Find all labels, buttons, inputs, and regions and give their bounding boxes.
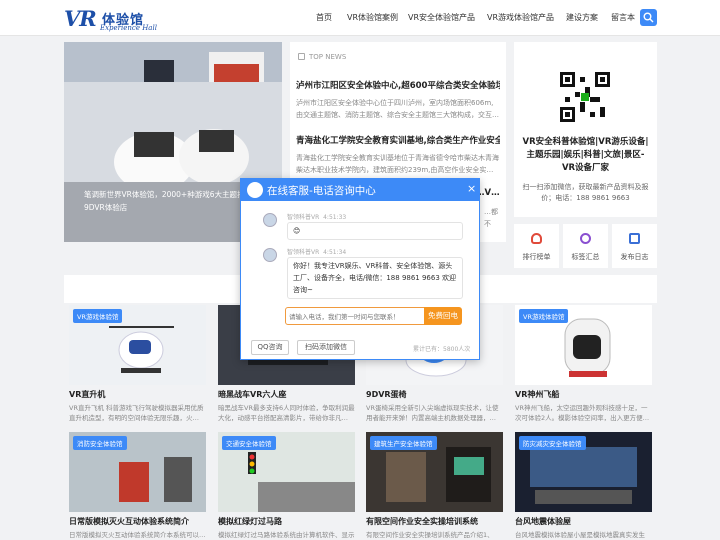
product-image: 建筑生产安全体验馆 (366, 432, 503, 512)
visitor-count: 累计已有：5800人次 (413, 346, 471, 353)
chat-title: 在线客服-电话咨询中心 (267, 185, 376, 197)
product-title[interactable]: 日常版模拟灭火互动体验系统简介 (69, 516, 189, 527)
product-title[interactable]: 模拟红绿灯过马路 (218, 516, 282, 527)
phone-input[interactable] (289, 311, 419, 322)
logo-subtext: Experience Hall (100, 24, 157, 32)
product-title[interactable]: VR直升机 (69, 389, 105, 400)
sender-name: 智领科普VR (287, 249, 320, 256)
product-image: 防灾减灾安全体验馆 (515, 432, 652, 512)
product-image: 消防安全体验馆 (69, 432, 206, 512)
product-desc: VR直升飞机 科普游戏飞行驾驶模拟器采用优质直升机造型，有明的空间体验无限乐趣，… (69, 404, 204, 422)
news-icon (298, 53, 305, 60)
banner-caption: 笔调新世界VR体验馆，2000+种游戏6大主题打造沉 (84, 190, 260, 199)
sender-name: 智领科普VR (287, 214, 320, 221)
product-desc: 台风地震模拟体验屋小屋是模拟地震真实发生的… (515, 531, 645, 539)
search-button[interactable] (640, 9, 657, 26)
news-title[interactable]: 青海盐化工学院安全教育实训基地,综合类生产作业安全… (296, 134, 500, 146)
medal-icon (580, 233, 591, 244)
message-meta: 智领科普VR 4:51:33 (287, 212, 346, 221)
banner-caption-line2: 9DVR体验店 (84, 203, 128, 212)
site-logo[interactable]: VR 体验馆 Experience Hall (64, 6, 164, 32)
product-title[interactable]: 有限空间作业安全实操培训系统 (366, 516, 478, 527)
product-image: VR游戏体验馆 (515, 305, 652, 385)
search-icon (643, 12, 654, 23)
chat-widget: 在线客服-电话咨询中心 × 智领科普VR 4:51:33 😊 智领科普VR 4:… (240, 178, 480, 360)
product-tag: 建筑生产安全体验馆 (370, 436, 437, 450)
product-tag: VR游戏体验馆 (73, 309, 123, 323)
wechat-button[interactable]: 扫码添加微信 (297, 340, 355, 355)
trophy-icon (531, 233, 542, 244)
nav-home[interactable]: 首页 (316, 12, 332, 23)
avatar (263, 213, 277, 227)
wechat-qr-code (560, 72, 610, 122)
news-desc: 青海盐化工学院安全教育实训基地位于青海省德令哈市柴达木青海柴达木职业技术学院内，… (296, 154, 499, 174)
message-time: 4:51:33 (323, 214, 347, 221)
product-desc: VR蛋椅采用全新引入尖端虚拟现实技术，让使用者能开来弹！内置高端主机数据处理器，… (366, 404, 499, 422)
product-desc: 模拟红绿灯过马路体验系统由计算机软件、显示设… (218, 531, 355, 539)
product-tag: 防灾减灾安全体验馆 (519, 436, 586, 450)
nav-safety-products[interactable]: VR安全体验馆产品 (408, 12, 475, 23)
ranking-button[interactable]: 排行榜单 (514, 224, 559, 268)
agent-avatar (247, 182, 263, 198)
phone-input-group: 免费回电 (285, 307, 462, 325)
news-desc: 泸州市江阳区安全体验中心位于四川泸州，室内场馆面积606m,由交通主题馆、消防主… (296, 99, 499, 119)
product-tag: VR游戏体验馆 (519, 309, 569, 323)
calendar-icon (629, 233, 640, 244)
tags-button[interactable]: 标签汇总 (563, 224, 608, 268)
product-tag: 消防安全体验馆 (73, 436, 127, 450)
message-meta: 智领科普VR 4:51:34 (287, 247, 346, 256)
nav-guestbook[interactable]: 留言本 (611, 12, 635, 23)
nav-solutions[interactable]: 建设方案 (566, 12, 598, 23)
product-desc: 暗黑战车VR最多支持6人同时体验，争取利润最大化，动感平台搭配高清影片，带给你非… (218, 404, 355, 422)
news-title[interactable]: 泸州市江阳区安全体验中心,超600平综合类安全体验场… (296, 79, 500, 91)
log-label: 发布日志 (620, 253, 649, 261)
news-desc: …都不 (484, 208, 498, 228)
side-title: VR安全科普体验馆|VR游乐设备|主题乐园|娱乐|科普|文旅|景区-VR设备厂家 (522, 137, 649, 173)
site-header: VR 体验馆 Experience Hall 首页 VR体验馆案例 VR安全体验… (0, 0, 720, 36)
logo-mark: VR (64, 6, 97, 31)
ranking-label: 排行榜单 (522, 253, 551, 261)
tags-label: 标签汇总 (571, 253, 600, 261)
message-bubble: 😊 (287, 222, 463, 240)
log-button[interactable]: 发布日志 (612, 224, 657, 268)
product-title[interactable]: 9DVR蛋椅 (366, 389, 407, 400)
side-panel: VR安全科普体验馆|VR游乐设备|主题乐园|娱乐|科普|文旅|景区-VR设备厂家… (514, 42, 657, 217)
message-bubble: 你好！我专注VR娱乐、VR科普、安全体验馆、源头工厂、设备齐全，电话/微信：18… (287, 257, 463, 299)
product-image: 交通安全体验馆 (218, 432, 355, 512)
product-desc: VR神州飞船，太空运回趣外观科技感十足，一次可体验2人。模影体验空间率，出入更方… (515, 404, 650, 422)
product-title[interactable]: VR神州飞船 (515, 389, 559, 400)
product-image: VR游戏体验馆 (69, 305, 206, 385)
product-title[interactable]: 暗黑战车VR六人座 (218, 389, 286, 400)
side-desc: 扫一扫添加微信，获取最新产品资料及报价；电话：188 9861 9663 (522, 183, 649, 202)
nav-vr-cases[interactable]: VR体验馆案例 (347, 12, 398, 23)
callback-button[interactable]: 免费回电 (424, 307, 462, 325)
close-icon[interactable]: × (467, 182, 476, 195)
product-desc: 日常版模拟灭火互动体验系统简介本系统可以… (69, 531, 206, 539)
news-heading-text: TOP NEWS (309, 53, 347, 61)
nav-game-products[interactable]: VR游戏体验馆产品 (487, 12, 554, 23)
product-desc: 有限空间作业安全实操培训系统产品介绍1、培… (366, 531, 494, 539)
avatar (263, 248, 277, 262)
product-title[interactable]: 台风地震体验屋 (515, 516, 571, 527)
product-tag: 交通安全体验馆 (222, 436, 276, 450)
message-time: 4:51:34 (323, 249, 347, 256)
news-heading: TOP NEWS (298, 53, 346, 61)
chat-header[interactable]: 在线客服-电话咨询中心 × (241, 179, 479, 201)
qq-button[interactable]: QQ咨询 (251, 340, 289, 355)
